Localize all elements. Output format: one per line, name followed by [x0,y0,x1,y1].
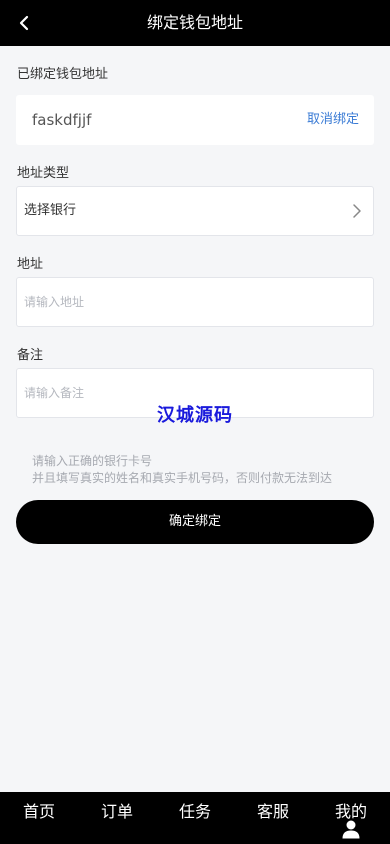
address-field-box [16,277,374,327]
tab-home[interactable]: 首页 [0,792,78,844]
tab-tasks-label: 任务 [178,802,211,821]
tab-orders-label: 订单 [100,802,133,821]
address-input[interactable] [17,278,373,326]
tab-orders[interactable]: 订单 [78,792,156,844]
address-label: 地址 [17,257,44,272]
chevron-left-icon [19,15,29,31]
address-type-select[interactable]: 选择银行 [16,186,374,236]
tab-home-label: 首页 [22,802,55,821]
tab-support-label: 客服 [256,802,289,821]
bound-wallet-card: faskdfjjf 取消绑定 [16,95,374,145]
chevron-right-icon [353,204,361,218]
confirm-bind-button[interactable]: 确定绑定 [16,500,374,544]
user-icon [342,820,360,839]
back-button[interactable] [12,11,36,35]
address-type-label: 地址类型 [17,166,70,181]
unbind-button[interactable]: 取消绑定 [307,95,359,145]
watermark-text: 汉城源码 [157,405,233,426]
tab-support[interactable]: 客服 [234,792,312,844]
tab-tasks[interactable]: 任务 [156,792,234,844]
hint-line-1: 请输入正确的银行卡号 [32,454,153,468]
top-bar: 绑定钱包地址 [0,0,390,46]
page-title: 绑定钱包地址 [146,13,243,32]
tab-profile[interactable]: 我的 [312,792,390,844]
bound-wallet-label: 已绑定钱包地址 [17,67,109,82]
hint-line-2: 并且填写真实的姓名和真实手机号码，否则付款无法到达 [32,471,333,485]
address-type-value: 选择银行 [24,203,77,218]
bottom-tab-bar: 首页 订单 任务 客服 我的 [0,792,390,844]
note-label: 备注 [17,348,44,363]
bound-wallet-value: faskdfjjf [32,111,92,129]
